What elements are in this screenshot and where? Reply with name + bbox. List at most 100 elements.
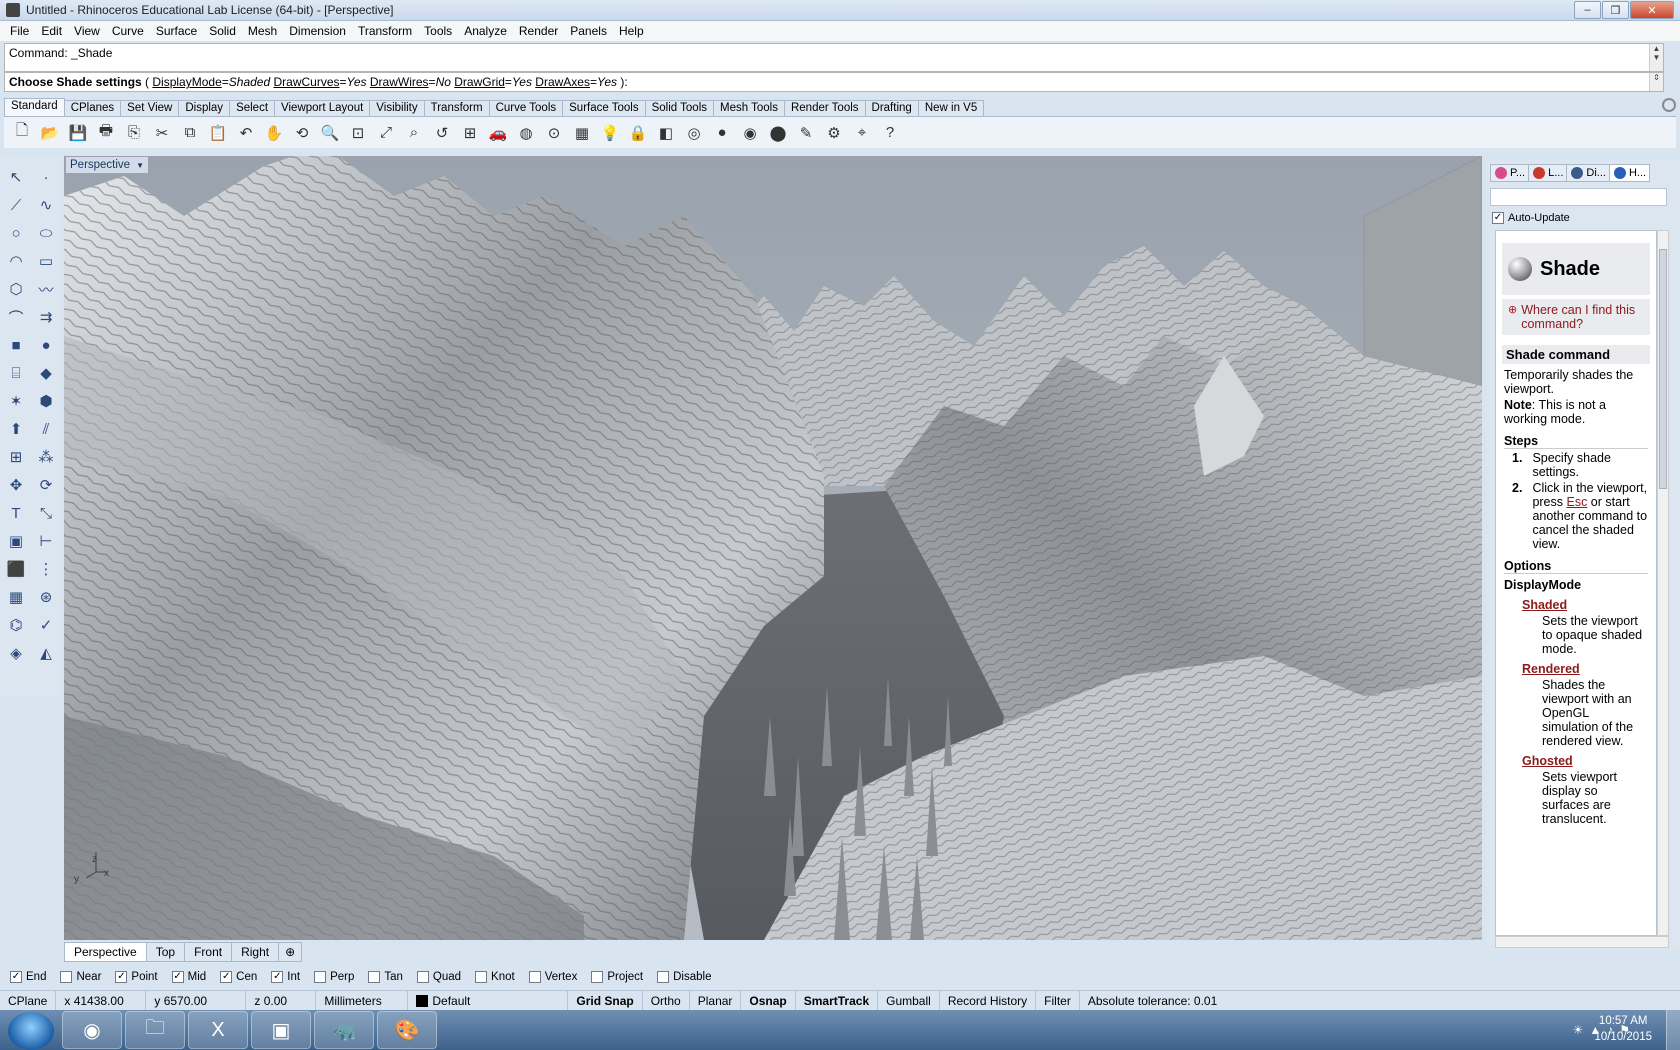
image-viewer-icon[interactable]: ▣ (251, 1011, 311, 1049)
freeform-curve-icon[interactable]: 〰 (33, 276, 59, 302)
auto-update-check-icon[interactable]: ✓ (1492, 212, 1504, 224)
command-option-drawwires[interactable]: DrawWires=No (370, 75, 451, 89)
minimize-button[interactable]: – (1574, 1, 1601, 19)
array-grid-icon[interactable]: ▦ (3, 584, 29, 610)
array-icon[interactable]: ⁂ (33, 444, 59, 470)
help-search-input[interactable] (1490, 188, 1667, 206)
command-option-drawcurves[interactable]: DrawCurves=Yes (273, 75, 366, 89)
group-icon[interactable]: ⊞ (3, 444, 29, 470)
add-viewport-tab-icon[interactable]: ⊕ (278, 942, 303, 962)
box-icon[interactable]: ■ (3, 332, 29, 358)
four-viewports-icon[interactable]: ⊞ (458, 121, 482, 145)
paste-icon[interactable]: 📋 (206, 121, 230, 145)
menu-file[interactable]: File (4, 24, 35, 38)
menu-solid[interactable]: Solid (203, 24, 242, 38)
copy-icon[interactable]: ⧉ (178, 121, 202, 145)
osnap-vertex[interactable]: Vertex (528, 971, 577, 983)
osnap-cen[interactable]: ✓ Cen (220, 971, 257, 983)
viewport-title[interactable]: Perspective ▼ (66, 157, 149, 173)
osnap-mid[interactable]: ✓ Mid (171, 971, 206, 983)
tab-visibility[interactable]: Visibility (369, 100, 425, 116)
menu-view[interactable]: View (68, 24, 106, 38)
print-icon[interactable]: 🖶 (94, 121, 118, 145)
menu-panels[interactable]: Panels (564, 24, 613, 38)
tab-transform[interactable]: Transform (423, 100, 490, 116)
paint-icon[interactable]: ◭ (33, 640, 59, 666)
paint-icon[interactable]: 🎨 (377, 1011, 437, 1049)
file-explorer-icon[interactable]: 🗀 (125, 1011, 185, 1049)
menu-help[interactable]: Help (613, 24, 650, 38)
tab-select[interactable]: Select (229, 100, 276, 116)
osnap-cen-checkbox[interactable]: ✓ (220, 971, 233, 983)
move-icon[interactable]: ✥ (3, 472, 29, 498)
esc-link[interactable]: Esc (1566, 495, 1587, 509)
car-icon[interactable]: 🚗 (486, 121, 510, 145)
surface-icon[interactable]: ◆ (33, 360, 59, 386)
maximize-button[interactable]: ❐ (1602, 1, 1629, 19)
save-icon[interactable]: 💾 (66, 121, 90, 145)
zoom-selected-icon[interactable]: ⌕ (402, 121, 426, 145)
layer-icon[interactable]: ▦ (570, 121, 594, 145)
tab-solid-tools[interactable]: Solid Tools (644, 100, 714, 116)
osnap-project-checkbox[interactable] (591, 971, 604, 983)
auto-update-checkbox[interactable]: ✓ Auto-Update (1492, 212, 1570, 224)
new-file-icon[interactable]: 🗋 (10, 121, 34, 145)
osnap-point[interactable]: ✓ Point (115, 971, 158, 983)
panel-tab-help[interactable]: H... (1608, 164, 1651, 182)
arc-icon[interactable]: ◠ (3, 248, 29, 274)
highlighter-icon[interactable]: ✎ (794, 121, 818, 145)
polygon-icon[interactable]: ⬡ (3, 276, 29, 302)
option-link-rendered[interactable]: Rendered (1522, 662, 1648, 676)
osnap-near-checkbox[interactable] (60, 971, 73, 983)
menu-curve[interactable]: Curve (106, 24, 150, 38)
mesh-box-icon[interactable]: ⬛ (3, 556, 29, 582)
excel-icon[interactable]: X (188, 1011, 248, 1049)
start-button[interactable] (8, 1011, 54, 1050)
tab-viewport-layout[interactable]: Viewport Layout (274, 100, 371, 116)
option-link-shaded[interactable]: Shaded (1522, 598, 1648, 612)
cut-icon[interactable]: ✂ (150, 121, 174, 145)
panel-tab-display[interactable]: Di... (1566, 164, 1610, 182)
fillet-icon[interactable]: ⌒ (3, 304, 29, 330)
osnap-end-checkbox[interactable]: ✓ (10, 971, 22, 983)
cplane-label[interactable]: CPlane (0, 990, 57, 1011)
array-polar-icon[interactable]: ⊛ (33, 584, 59, 610)
osnap-perp[interactable]: Perp (314, 971, 354, 983)
pan-hand-icon[interactable]: ✋ (262, 121, 286, 145)
point-icon[interactable]: · (33, 164, 59, 190)
help-icon[interactable]: ? (878, 121, 902, 145)
option-link-ghosted[interactable]: Ghosted (1522, 754, 1648, 768)
viewport-tab-front[interactable]: Front (184, 942, 233, 962)
tab-cplanes[interactable]: CPlanes (63, 100, 122, 116)
explode-icon[interactable]: ✶ (3, 388, 29, 414)
osnap-quad[interactable]: Quad (416, 971, 461, 983)
ortho-toggle[interactable]: Ortho (643, 990, 690, 1011)
viewport-tab-top[interactable]: Top (145, 942, 186, 962)
menu-render[interactable]: Render (513, 24, 564, 38)
osnap-tan[interactable]: Tan (368, 971, 403, 983)
render-icon[interactable]: ◈ (3, 640, 29, 666)
osnap-vertex-checkbox[interactable] (528, 971, 541, 983)
viewport-tab-perspective[interactable]: Perspective (64, 942, 147, 962)
rectangle-icon[interactable]: ▭ (33, 248, 59, 274)
viewport-menu-caret-icon[interactable]: ▼ (136, 161, 144, 170)
menu-surface[interactable]: Surface (150, 24, 203, 38)
close-button[interactable]: ✕ (1630, 1, 1674, 19)
osnap-perp-checkbox[interactable] (314, 971, 327, 983)
lock-icon[interactable]: 🔒 (626, 121, 650, 145)
command-option-drawgrid[interactable]: DrawGrid=Yes (454, 75, 532, 89)
extrude-icon[interactable]: ⬆ (3, 416, 29, 442)
open-file-icon[interactable]: 📂 (38, 121, 62, 145)
units-label[interactable]: Millimeters (316, 990, 409, 1011)
gumball-toggle[interactable]: Gumball (878, 990, 940, 1011)
menu-analyze[interactable]: Analyze (458, 24, 513, 38)
gumball-icon[interactable]: ⌖ (850, 121, 874, 145)
polyline-icon[interactable]: ⟋ (3, 192, 29, 218)
osnap-int-checkbox[interactable]: ✓ (271, 971, 284, 983)
shaded-sphere-icon[interactable]: ● (710, 121, 734, 145)
osnap-knot-checkbox[interactable] (475, 971, 488, 983)
rhino-icon[interactable]: 🦏 (314, 1011, 374, 1049)
ellipse-icon[interactable]: ⬭ (33, 220, 59, 246)
taskbar-clock[interactable]: 10:57 AM 10/10/2015 (1594, 1013, 1652, 1045)
osnap-tan-checkbox[interactable] (368, 971, 381, 983)
